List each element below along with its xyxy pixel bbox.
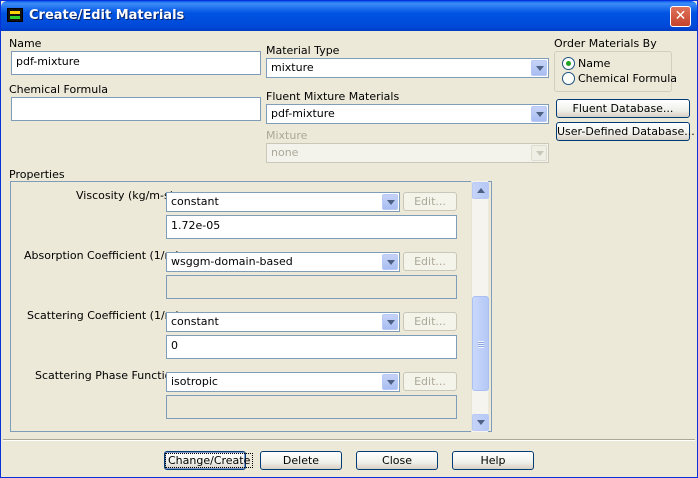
order-by-formula-label[interactable]: Chemical Formula [578, 72, 677, 85]
scattering-phase-value-input [166, 395, 457, 419]
fluent-app-icon [7, 8, 23, 22]
order-by-formula-radio[interactable] [562, 72, 575, 85]
name-input[interactable]: pdf-mixture [11, 51, 261, 75]
chevron-down-icon[interactable] [382, 254, 398, 270]
scattering-coefficient-value-input[interactable]: 0 [166, 335, 457, 359]
fluent-mixture-materials-dropdown[interactable]: pdf-mixture [266, 104, 549, 124]
name-label: Name [9, 37, 42, 50]
material-type-label: Material Type [266, 44, 340, 57]
fluent-database-button[interactable]: Fluent Database... [556, 99, 690, 118]
close-window-button[interactable]: ✕ [670, 6, 691, 27]
scattering-phase-function-label: Scattering Phase Function [35, 369, 179, 382]
title-bar[interactable]: Create/Edit Materials ✕ [1, 1, 697, 31]
delete-button[interactable]: Delete [260, 451, 342, 470]
absorption-method-value: wsggm-domain-based [171, 255, 293, 268]
close-button[interactable]: Close [356, 451, 438, 470]
scroll-down-icon[interactable] [472, 414, 489, 431]
chevron-down-icon [531, 145, 547, 161]
change-create-button[interactable]: Change/Create [164, 451, 254, 470]
mixture-value: none [271, 146, 299, 159]
user-defined-database-button[interactable]: User-Defined Database... [556, 122, 695, 141]
scattering-coefficient-edit-button: Edit... [403, 312, 457, 331]
scrollbar-thumb[interactable] [472, 296, 489, 391]
chemical-formula-label: Chemical Formula [9, 83, 109, 96]
scattering-coefficient-label: Scattering Coefficient (1/m) [27, 309, 180, 322]
fluent-mixture-materials-label: Fluent Mixture Materials [266, 90, 400, 103]
footer-separator [3, 439, 695, 441]
chemical-formula-input[interactable] [11, 97, 261, 121]
viscosity-method-value: constant [171, 195, 219, 208]
viscosity-edit-button: Edit... [403, 192, 457, 211]
chevron-down-icon[interactable] [382, 194, 398, 210]
close-icon: ✕ [674, 8, 687, 24]
scattering-coefficient-method-value: constant [171, 315, 219, 328]
chevron-down-icon[interactable] [531, 106, 547, 122]
scattering-phase-method-dropdown[interactable]: isotropic [166, 372, 400, 392]
chevron-down-icon[interactable] [382, 314, 398, 330]
properties-scrollbar[interactable] [471, 181, 489, 432]
scroll-up-icon[interactable] [472, 182, 489, 199]
material-type-dropdown[interactable]: mixture [266, 58, 549, 78]
absorption-method-dropdown[interactable]: wsggm-domain-based [166, 252, 400, 272]
properties-label: Properties [9, 168, 65, 181]
absorption-value-input [166, 275, 457, 299]
chevron-down-icon[interactable] [531, 60, 547, 76]
viscosity-value-input[interactable]: 1.72e-05 [166, 215, 457, 239]
order-materials-by-label: Order Materials By [554, 37, 657, 50]
viscosity-label: Viscosity (kg/m-s) [76, 189, 175, 202]
absorption-coefficient-label: Absorption Coefficient (1/m) [24, 249, 180, 262]
material-type-value: mixture [271, 61, 314, 74]
chevron-down-icon[interactable] [382, 374, 398, 390]
change-create-label: Change/Create [165, 453, 254, 468]
order-by-name-radio[interactable] [562, 57, 575, 70]
grip-icon [478, 341, 484, 348]
mixture-dropdown: none [266, 143, 549, 163]
absorption-edit-button: Edit... [403, 252, 457, 271]
order-by-name-label[interactable]: Name [578, 57, 610, 70]
create-edit-materials-dialog: Create/Edit Materials ✕ Name pdf-mixture… [0, 0, 698, 478]
window-title: Create/Edit Materials [29, 8, 185, 23]
viscosity-method-dropdown[interactable]: constant [166, 192, 400, 212]
fluent-mixture-value: pdf-mixture [271, 107, 335, 120]
scattering-phase-edit-button: Edit... [403, 372, 457, 391]
help-button[interactable]: Help [452, 451, 534, 470]
mixture-label: Mixture [266, 129, 308, 142]
scattering-coefficient-method-dropdown[interactable]: constant [166, 312, 400, 332]
scattering-phase-method-value: isotropic [171, 375, 218, 388]
